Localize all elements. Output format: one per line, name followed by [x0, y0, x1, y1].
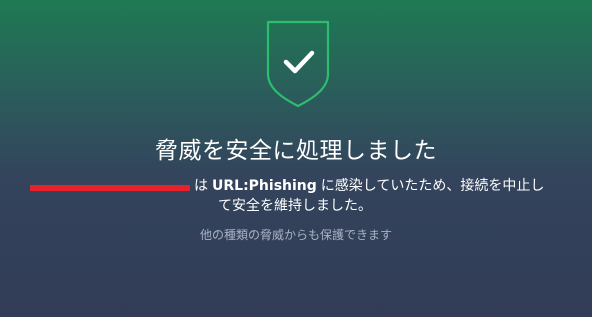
message-line-2: て安全を維持しました。 — [218, 198, 372, 214]
threat-name: URL:Phishing — [212, 178, 317, 194]
page-title: 脅威を安全に処理しました — [155, 138, 437, 164]
threat-resolved-screen: 脅威を安全に処理しました は URL:Phishing に感染していたため、接続を中… — [0, 0, 592, 317]
protection-subtext: 他の種類の脅威からも保護できます — [199, 228, 392, 242]
message-suffix: に感染していたため、接続を中止し — [320, 178, 545, 194]
threat-message: は URL:Phishing に感染していたため、接続を中止し て安全を維持しました… — [30, 176, 570, 216]
redacted-url — [30, 179, 190, 193]
message-prefix: は — [194, 178, 208, 194]
shield-check-icon — [262, 16, 334, 110]
